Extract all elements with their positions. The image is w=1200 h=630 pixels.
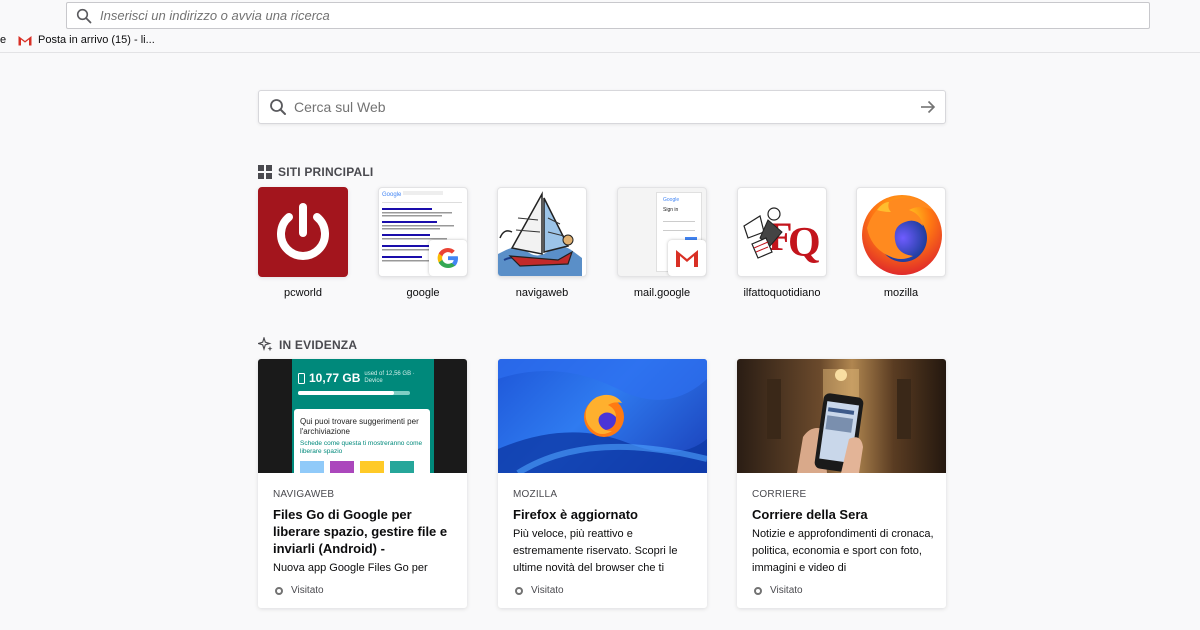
storage-readout: 10,77 GB used of 12,56 GB · Device <box>298 371 418 385</box>
sailboat-icon <box>498 191 582 276</box>
storage-progress-track <box>298 391 410 395</box>
tile-label: google <box>406 287 440 299</box>
firefox-icon <box>862 195 942 275</box>
section-title: IN EVIDENZA <box>279 337 358 352</box>
bookmark-gmail-inbox[interactable]: Posta in arrivo (15) - li... <box>18 34 155 46</box>
card-image: 10,77 GB used of 12,56 GB · Device Qui p… <box>258 359 467 473</box>
bookmark-label: Posta in arrivo (15) - li... <box>38 34 155 46</box>
top-site-ilfattoquotidiano[interactable]: F Q ilfattoquotidiano <box>737 187 827 299</box>
fq-logo: F Q <box>743 207 821 266</box>
tip-body: Schede come questa ti mostreranno come l… <box>300 440 423 455</box>
visited-icon <box>515 586 523 595</box>
top-site-pcworld[interactable]: pcworld <box>258 187 348 299</box>
highlights-header: IN EVIDENZA <box>258 337 357 352</box>
card-title: Files Go di Google per liberare spazio, … <box>273 507 448 556</box>
card-description: Notizie e approfondimenti di cronaca, po… <box>752 528 934 574</box>
card-source: NAVIGAWEB <box>273 489 335 500</box>
card-status: Visitato <box>515 585 564 596</box>
arrow-right-icon[interactable] <box>919 98 937 116</box>
bookmark-cut-label[interactable]: e <box>0 34 6 46</box>
grid-icon <box>258 165 272 179</box>
tip-card: Qui puoi trovare suggerimenti per l'arch… <box>294 409 430 473</box>
search-placeholder: Cerca sul Web <box>294 99 386 115</box>
storage-sub: used of 12,56 GB · Device <box>364 371 415 384</box>
section-title: SITI PRINCIPALI <box>278 165 374 179</box>
tile-label: pcworld <box>284 287 322 299</box>
card-status-label: Visitato <box>291 585 324 596</box>
card-description: Nuova app Google Files Go per <box>273 562 428 574</box>
highlight-card-mozilla[interactable]: MOZILLA Firefox è aggiornato Più veloce,… <box>498 359 707 608</box>
address-bar[interactable]: Inserisci un indirizzo o avvia una ricer… <box>66 2 1150 29</box>
card-status-label: Visitato <box>770 585 803 596</box>
browser-toolbar: Inserisci un indirizzo o avvia una ricer… <box>0 0 1200 53</box>
tile-label: mail.google <box>633 287 691 299</box>
card-description: Più veloce, più reattivo e estremamente … <box>513 528 678 574</box>
card-title: Corriere della Sera <box>752 507 868 522</box>
visited-icon <box>275 586 283 595</box>
address-bar-placeholder: Inserisci un indirizzo o avvia una ricer… <box>100 8 330 23</box>
top-site-navigaweb[interactable]: navigaweb <box>497 187 587 299</box>
storage-progress-fill <box>298 391 395 395</box>
tip-illustration <box>300 461 424 473</box>
tile-thumbnail: Google Sign in <box>617 187 707 277</box>
top-site-mail-google[interactable]: Google Sign in mail.google <box>617 187 707 299</box>
web-search-box[interactable]: Cerca sul Web <box>258 90 946 124</box>
top-site-mozilla[interactable]: mozilla <box>856 187 946 299</box>
tile-thumbnail <box>856 187 946 277</box>
power-icon <box>277 203 329 260</box>
tile-thumbnail <box>258 187 348 277</box>
card-status-label: Visitato <box>531 585 564 596</box>
gmail-icon <box>18 35 32 45</box>
tile-label: ilfattoquotidiano <box>743 287 821 299</box>
card-status: Visitato <box>754 585 803 596</box>
gmail-icon-badge <box>668 240 706 276</box>
gmail-icon <box>676 250 698 267</box>
top-sites-header: SITI PRINCIPALI <box>258 165 373 179</box>
card-status: Visitato <box>275 585 324 596</box>
top-site-google[interactable]: Google google <box>378 187 468 299</box>
highlight-card-navigaweb[interactable]: 10,77 GB used of 12,56 GB · Device Qui p… <box>258 359 467 608</box>
svg-text:Q: Q <box>788 220 821 266</box>
search-icon <box>270 99 286 115</box>
card-image <box>737 359 946 473</box>
hand-phone-photo <box>767 369 911 473</box>
tile-thumbnail: F Q <box>737 187 827 277</box>
svg-text:Google: Google <box>382 192 402 198</box>
firefox-banner-art <box>498 359 707 473</box>
tip-title: Qui puoi trovare suggerimenti per l'arch… <box>300 417 419 436</box>
card-source: CORRIERE <box>752 489 807 500</box>
tile-label: navigaweb <box>515 287 569 299</box>
phone-icon <box>298 372 305 384</box>
card-image <box>498 359 707 473</box>
card-title: Firefox è aggiornato <box>513 507 638 522</box>
tile-label: mozilla <box>883 287 919 299</box>
tile-thumbnail: Google <box>378 187 468 277</box>
google-icon-badge <box>429 240 467 276</box>
sparkle-icon <box>258 337 273 352</box>
highlight-card-corriere[interactable]: CORRIERE Corriere della Sera Notizie e a… <box>737 359 946 608</box>
storage-value: 10,77 GB <box>309 371 361 385</box>
google-icon <box>437 248 458 268</box>
search-icon <box>76 8 92 23</box>
visited-icon <box>754 586 762 595</box>
tile-thumbnail <box>497 187 587 277</box>
card-source: MOZILLA <box>513 489 558 500</box>
